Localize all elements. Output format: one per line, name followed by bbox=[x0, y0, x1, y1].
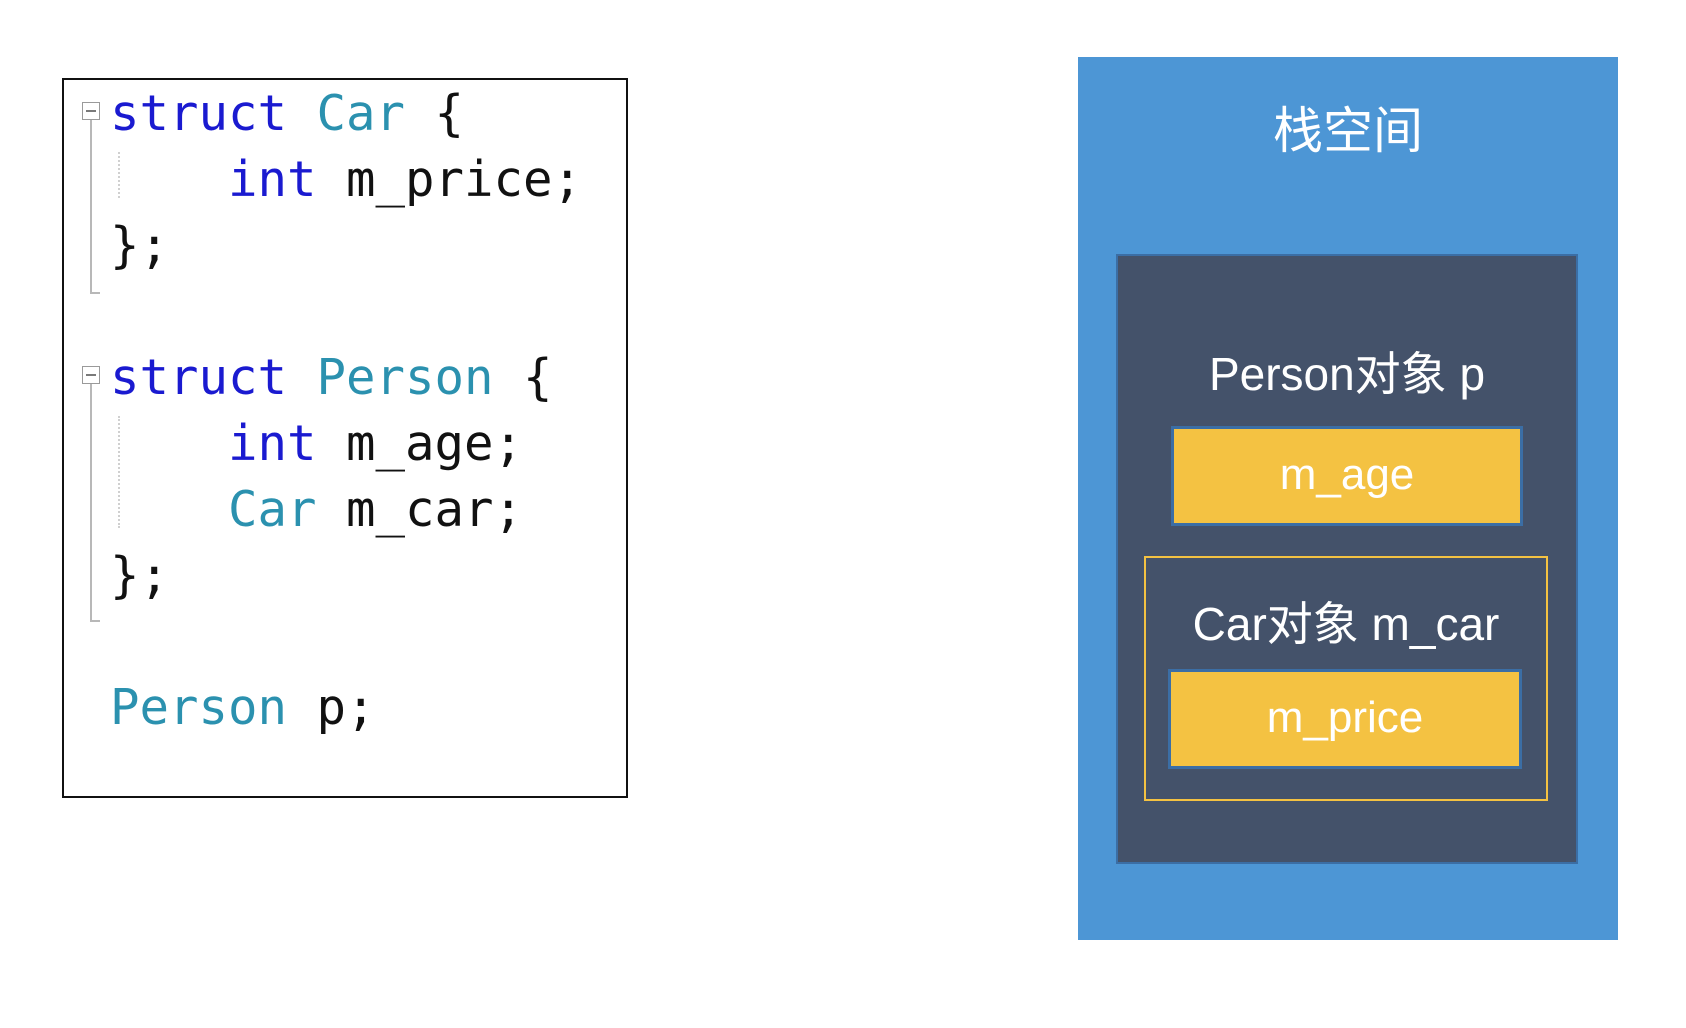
fold-end-car bbox=[90, 292, 100, 294]
code-token: }; bbox=[110, 547, 170, 604]
code-line: Person p; bbox=[110, 678, 376, 738]
fold-line-car bbox=[90, 120, 92, 294]
car-object-label: Car对象 m_car bbox=[1192, 598, 1500, 650]
code-line: int m_age; bbox=[110, 414, 523, 474]
code-line: struct Person { bbox=[110, 348, 553, 408]
stack-space: 栈空间 Person对象 p m_age Car对象 m_car m_price bbox=[1078, 57, 1618, 940]
code-token: Person bbox=[316, 349, 494, 406]
code-line: struct Car { bbox=[110, 84, 464, 144]
code-token: m_age; bbox=[316, 415, 524, 472]
car-object-box: Car对象 m_car m_price bbox=[1144, 556, 1548, 801]
person-object-label: Person对象 p bbox=[1208, 348, 1486, 400]
code-token: Car bbox=[316, 85, 406, 142]
code-token: Person bbox=[110, 679, 288, 736]
code-token: Car bbox=[228, 481, 317, 538]
fold-line-person bbox=[90, 384, 92, 622]
stack-title: 栈空间 bbox=[1273, 102, 1423, 160]
code-token: struct bbox=[110, 85, 288, 142]
collapse-person-icon[interactable] bbox=[82, 366, 100, 384]
code-line: Car m_car; bbox=[110, 480, 523, 540]
code-line: }; bbox=[110, 546, 169, 606]
code-token: { bbox=[405, 85, 465, 142]
code-token: int bbox=[228, 415, 317, 472]
person-object-box: Person对象 p m_age Car对象 m_car m_price bbox=[1116, 254, 1578, 864]
code-token: int bbox=[228, 151, 317, 208]
code-token: p; bbox=[287, 679, 376, 736]
code-token: }; bbox=[110, 217, 170, 274]
code-token: m_price; bbox=[316, 151, 583, 208]
code-token: { bbox=[493, 349, 553, 406]
code-line: int m_price; bbox=[110, 150, 582, 210]
m-age-field: m_age bbox=[1171, 426, 1523, 526]
collapse-car-icon[interactable] bbox=[82, 102, 100, 120]
code-panel: struct Car { int m_price;}; struct Person… bbox=[62, 78, 628, 798]
code-line: }; bbox=[110, 216, 169, 276]
m-price-field: m_price bbox=[1168, 669, 1522, 769]
code-token: struct bbox=[110, 349, 288, 406]
fold-end-person bbox=[90, 620, 100, 622]
code-token: m_car; bbox=[316, 481, 524, 538]
